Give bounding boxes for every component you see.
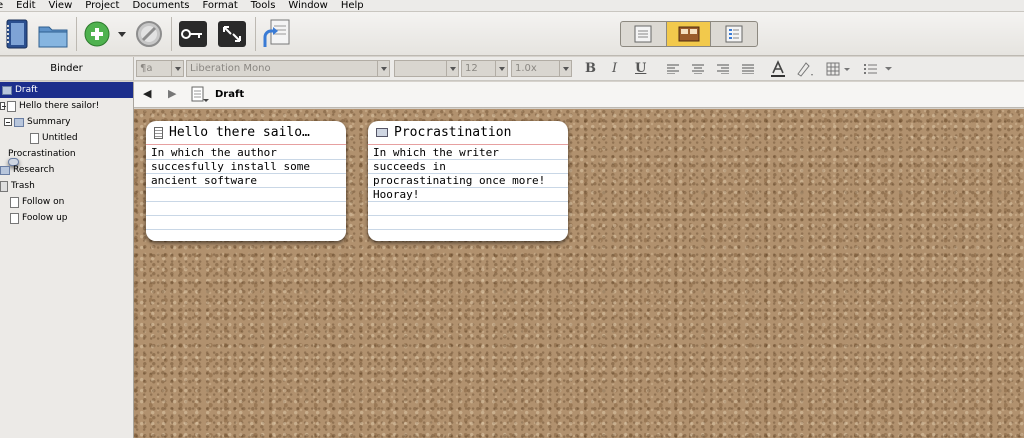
menu-format[interactable]: Format — [203, 0, 238, 11]
binder-item-research[interactable]: Research — [0, 162, 133, 178]
trash-icon — [0, 180, 8, 192]
document-icon — [30, 132, 39, 144]
binder-item-foolow-up[interactable]: Foolow up — [0, 210, 133, 226]
menu-documents[interactable]: Documents — [132, 0, 189, 11]
line-spacing-select[interactable]: 1.0x — [511, 60, 572, 77]
compile-icon[interactable] — [261, 17, 293, 51]
binder-item-procrastination[interactable]: Procrastination — [0, 146, 133, 166]
text-color-icon[interactable] — [770, 60, 786, 83]
collections-icon[interactable] — [36, 17, 70, 51]
card-synopsis-text: In which the writer succeeds in procrast… — [373, 146, 546, 201]
binder-title: Binder — [50, 63, 83, 74]
menu-view[interactable]: View — [49, 0, 73, 11]
binder-item-trash[interactable]: Trash — [0, 178, 133, 194]
font-select[interactable]: Liberation Mono — [186, 60, 390, 77]
corkboard: Hello there sailo… In which the author s… — [134, 109, 1024, 438]
folder-icon — [0, 165, 10, 175]
list-icon[interactable] — [863, 61, 895, 82]
view-corkboard-icon[interactable] — [666, 22, 711, 46]
card-title[interactable]: Procrastination — [394, 125, 511, 140]
index-card-procrastination[interactable]: Procrastination In which the writer succ… — [368, 121, 568, 241]
document-icon — [154, 126, 163, 139]
folder-icon — [14, 117, 24, 127]
document-menu-icon[interactable] — [190, 86, 210, 107]
card-synopsis-text: In which the author succesfully install … — [151, 146, 310, 187]
card-synopsis[interactable]: In which the writer succeeds in procrast… — [368, 146, 568, 241]
menu-file[interactable]: e — [0, 0, 3, 11]
menu-tools[interactable]: Tools — [251, 0, 276, 11]
document-icon — [10, 196, 19, 208]
menu-edit[interactable]: Edit — [16, 0, 35, 11]
align-right-icon[interactable] — [717, 63, 729, 79]
breadcrumb: Draft — [215, 89, 245, 100]
italic-button[interactable]: I — [612, 61, 617, 77]
folder-icon — [2, 85, 12, 95]
add-icon[interactable] — [82, 17, 112, 51]
view-outline-icon[interactable] — [711, 22, 757, 46]
delete-icon[interactable] — [133, 17, 165, 51]
binder-header: Binder — [0, 57, 134, 81]
card-synopsis[interactable]: In which the author succesfully install … — [146, 146, 346, 241]
card-icon — [376, 128, 388, 137]
binder-item-summary[interactable]: Summary — [0, 114, 133, 130]
underline-button[interactable]: U — [635, 61, 646, 77]
binder-item-draft[interactable]: Draft — [0, 82, 133, 98]
main-toolbar — [0, 12, 1024, 56]
index-card-hello[interactable]: Hello there sailo… In which the author s… — [146, 121, 346, 241]
fullscreen-icon[interactable] — [216, 17, 248, 51]
editor-header: ◀ ▶ Draft — [134, 82, 1024, 108]
align-left-icon[interactable] — [667, 63, 679, 79]
format-bar: ¶a Liberation Mono 12 1.0x B I U — [134, 57, 1024, 81]
align-justify-icon[interactable] — [742, 63, 754, 79]
align-center-icon[interactable] — [692, 63, 704, 79]
binder-icon[interactable] — [2, 17, 30, 51]
keywords-icon[interactable] — [177, 17, 209, 51]
binder-sidebar: Draft Hello there sailor! Summary Untitl… — [0, 82, 134, 438]
menu-project[interactable]: Project — [85, 0, 119, 11]
forward-button[interactable]: ▶ — [168, 87, 176, 100]
binder-item-hello[interactable]: Hello there sailor! — [0, 98, 133, 114]
menu-window[interactable]: Window — [288, 0, 327, 11]
font-weight-select[interactable] — [394, 60, 459, 77]
card-title-bar: Procrastination — [368, 121, 568, 145]
view-scrivenings-icon[interactable] — [621, 22, 666, 46]
back-button[interactable]: ◀ — [143, 87, 151, 100]
menu-help[interactable]: Help — [341, 0, 364, 11]
binder-item-follow-on[interactable]: Follow on — [0, 194, 133, 210]
card-title-bar: Hello there sailo… — [146, 121, 346, 145]
dropdown-arrow-icon[interactable] — [115, 17, 129, 51]
expand-icon[interactable] — [0, 102, 6, 110]
font-size-select[interactable]: 12 — [461, 60, 508, 77]
card-title[interactable]: Hello there sailo… — [169, 125, 310, 140]
paragraph-style-select[interactable]: ¶a — [136, 60, 184, 77]
table-icon[interactable] — [826, 61, 854, 82]
document-icon — [7, 100, 16, 112]
binder-item-untitled[interactable]: Untitled — [0, 130, 133, 146]
collapse-icon[interactable] — [4, 118, 12, 126]
document-icon — [10, 212, 19, 224]
bold-button[interactable]: B — [585, 61, 596, 77]
menu-bar: e Edit View Project Documents Format Too… — [0, 0, 1024, 12]
highlight-icon[interactable] — [794, 60, 814, 83]
